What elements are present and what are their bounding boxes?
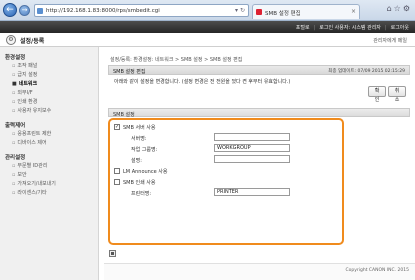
address-url[interactable]: http://192.168.1.83:8000/rps/smbedit.cgi <box>46 8 160 14</box>
browser-tools-icon[interactable]: ⌂☆⚙ <box>387 4 412 13</box>
panel-title-bar: SMB 설정 편집 최종 업데이트: 07/09 2015 02:15:29 <box>108 65 410 75</box>
comment-label: 설명: <box>131 158 142 164</box>
favicon-icon <box>37 8 43 14</box>
comment-field[interactable] <box>214 155 290 163</box>
server-name-field[interactable] <box>214 133 290 141</box>
section-header: SMB 설정 <box>108 108 410 118</box>
main-content: 설정/등록: 환경설정: 네트워크 > SMB 설정 > SMB 설정 편집 S… <box>104 47 410 280</box>
login-user-text: 로그인 사용자: 시스템 관리자 <box>319 25 381 31</box>
portal-link[interactable]: 포털로 <box>296 25 310 31</box>
refresh-icon[interactable]: ▾ ↻ <box>235 7 245 14</box>
breadcrumb: 설정/등록: 환경설정: 네트워크 > SMB 설정 > SMB 설정 편집 <box>110 57 243 63</box>
workgroup-field[interactable]: WORKGROUP <box>214 144 290 152</box>
panel-title: SMB 설정 편집 <box>113 69 146 75</box>
sidebar-item-import-export[interactable]: 가져오기/내보내기 <box>12 180 56 187</box>
ok-button[interactable]: 확인 <box>368 86 386 103</box>
sidebar-section-management: 관리설정 <box>5 155 26 161</box>
workgroup-label: 작업 그룹명: <box>131 147 158 153</box>
sidebar-item-app-print-limit[interactable]: 응용프린트 제한 <box>12 130 51 137</box>
printer-name-field[interactable]: PRINTER <box>214 188 290 196</box>
sidebar-item-control-panel[interactable]: 조작 패널 <box>12 62 37 69</box>
sidebar-item-external-if[interactable]: 외부I/F <box>12 89 32 96</box>
sidebar-item-paper-feed[interactable]: 급지 설정 <box>12 71 37 78</box>
smb-server-checkbox[interactable]: ✓ <box>114 124 120 130</box>
sidebar-section-output: 출력제어 <box>5 123 26 129</box>
tab-title: SMB 설정 편집 <box>265 11 301 17</box>
address-bar[interactable]: http://192.168.1.83:8000/rps/smbedit.cgi… <box>34 4 249 17</box>
notice-text: 아래와 같이 설정을 변경합니다. (설정 변경은 전 전원을 껐다 켠 후부터… <box>114 79 291 85</box>
smb-print-label: SMB 인쇄 사용 <box>123 180 156 186</box>
sidebar: 환경설정 조작 패널 급지 설정 네트워크 외부I/F 인쇄 환경 사용자 유지… <box>0 47 99 280</box>
printer-name-label: 프린터명: <box>131 191 152 197</box>
mail-admin-link[interactable]: 관리자에게 메일 <box>373 37 407 44</box>
lm-announce-label: LM Announce 사용 <box>123 169 168 175</box>
footer: Copyright CANON INC. 2015 <box>104 263 415 280</box>
tab-favicon-icon <box>256 9 262 15</box>
sidebar-item-device-control[interactable]: 디바이스 제어 <box>12 139 46 146</box>
tab-close-icon[interactable]: × <box>351 8 356 15</box>
page-header: ⚙ 설정/등록 관리자에게 메일 <box>0 33 415 47</box>
logout-link[interactable]: 로그아웃 <box>391 25 409 31</box>
section-title: SMB 설정 <box>113 111 135 118</box>
sidebar-item-user-maintenance[interactable]: 사용자 유지보수 <box>12 107 51 114</box>
top-bar-links: 포털로 | 로그인 사용자: 시스템 관리자 | 로그아웃 <box>295 25 409 31</box>
browser-tab[interactable]: SMB 설정 편집 × <box>252 4 360 19</box>
browser-chrome: ← → http://192.168.1.83:8000/rps/smbedit… <box>0 0 415 21</box>
sidebar-item-license[interactable]: 라이센스/기타 <box>12 189 46 196</box>
cancel-button[interactable]: 취소 <box>388 86 406 103</box>
smb-print-checkbox[interactable] <box>114 179 120 185</box>
sidebar-item-security[interactable]: 보안 <box>12 171 26 178</box>
sidebar-item-network[interactable]: 네트워크 <box>12 80 37 87</box>
top-bar: 포털로 | 로그인 사용자: 시스템 관리자 | 로그아웃 <box>0 21 415 33</box>
back-button[interactable]: ← <box>3 3 17 17</box>
forward-button[interactable]: → <box>19 5 30 16</box>
copyright-text: Copyright CANON INC. 2015 <box>345 268 410 273</box>
last-update-text: 최종 업데이트: 07/09 2015 02:15:29 <box>328 69 405 74</box>
sidebar-item-dept-id[interactable]: 부문별 ID관리 <box>12 162 47 169</box>
page-top-icon[interactable] <box>109 250 116 257</box>
lm-announce-checkbox[interactable] <box>114 168 120 174</box>
sidebar-section-environment: 환경설정 <box>5 55 26 61</box>
smb-server-label: SMB 서버 사용 <box>123 125 156 131</box>
sidebar-item-print-env[interactable]: 인쇄 환경 <box>12 98 37 105</box>
server-name-label: 서버명: <box>131 136 147 142</box>
settings-icon: ⚙ <box>6 35 16 45</box>
page-title: 설정/등록 <box>20 38 45 45</box>
